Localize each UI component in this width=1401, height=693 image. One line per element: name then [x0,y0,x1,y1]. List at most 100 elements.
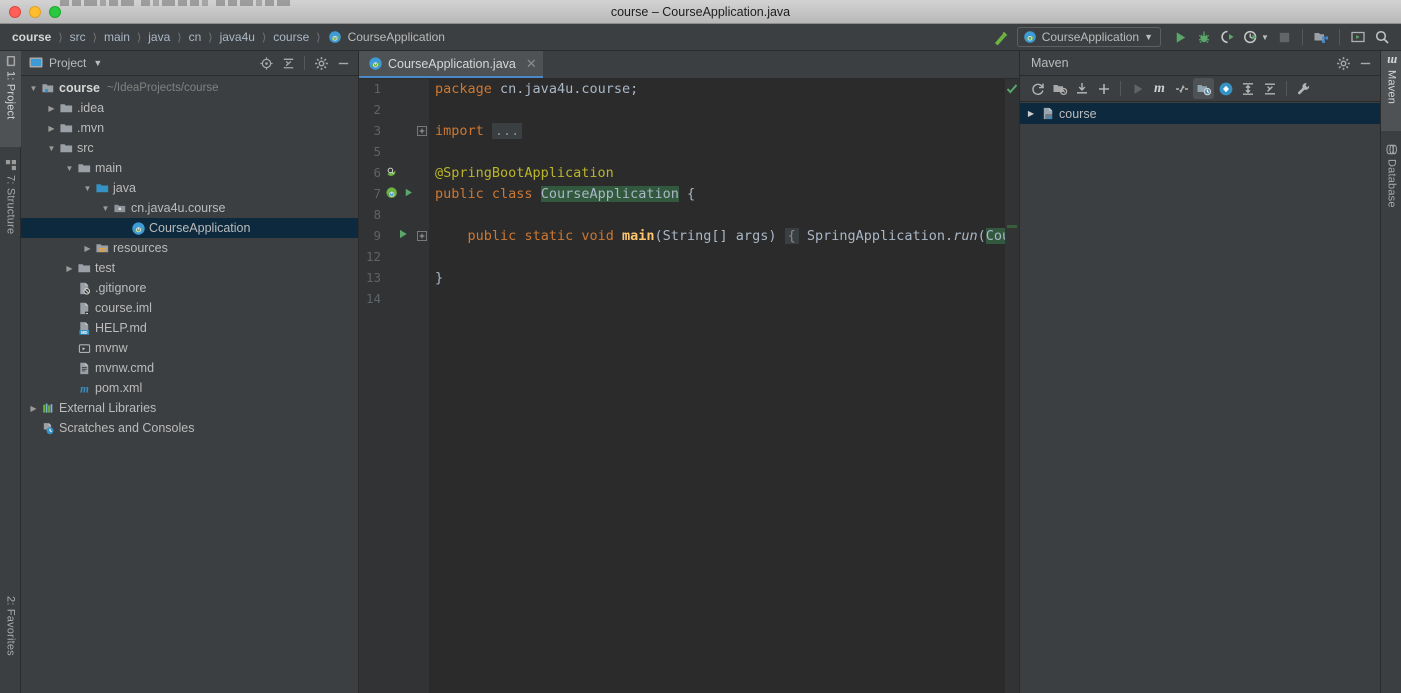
project-tree[interactable]: ▼course~/IdeaProjects/course▶.idea▶.mvn▼… [21,76,358,693]
offline-mode-icon[interactable] [1193,78,1214,99]
chevron-right-icon[interactable]: ▶ [81,244,94,253]
sidebar-item-project[interactable]: 1: Project [0,51,21,147]
tree-row[interactable]: ▶test [21,258,358,278]
close-icon[interactable]: ✕ [521,56,537,72]
chevron-down-icon[interactable]: ▼ [63,164,76,173]
tree-row[interactable]: CourseApplication [21,218,358,238]
layout-icon[interactable] [1347,26,1369,48]
generate-sources-icon[interactable] [1049,78,1070,99]
run-icon[interactable] [397,228,409,240]
collapse-all-icon[interactable] [1259,78,1280,99]
breadcrumb-item-cn[interactable]: cn [187,30,204,44]
gutter-line[interactable]: 12 [359,247,429,268]
chevron-right-icon[interactable]: ▶ [63,264,76,273]
tree-row[interactable]: mvnw [21,338,358,358]
gutter-line[interactable]: 9 [359,226,429,247]
gutter-line[interactable]: 5 [359,142,429,163]
tree-row[interactable]: mvnw.cmd [21,358,358,378]
add-maven-project-icon[interactable] [1093,78,1114,99]
build-hammer-icon[interactable] [991,26,1013,48]
run-with-coverage-icon[interactable] [1217,26,1239,48]
show-dependencies-icon[interactable] [1215,78,1236,99]
execute-goal-icon[interactable]: m [1149,78,1170,99]
hide-icon[interactable] [1356,54,1374,72]
tree-row[interactable]: MDHELP.md [21,318,358,338]
tree-row[interactable]: ▼src [21,138,358,158]
chevron-down-icon[interactable]: ▼ [81,184,94,193]
maven-projects-tree[interactable]: ▶ m course [1020,102,1380,693]
line-number: 8 [373,207,381,222]
chevron-right-icon[interactable]: ▶ [27,404,40,413]
spring-bean-icon[interactable] [385,165,399,179]
breadcrumb-item-src[interactable]: src [68,30,88,44]
run-icon[interactable] [1127,78,1148,99]
tree-row[interactable]: .gitignore [21,278,358,298]
gutter-line[interactable]: 3 [359,121,429,142]
gutter-line[interactable]: 1 [359,79,429,100]
fold-expand-icon[interactable] [417,231,427,241]
breadcrumb-item-courseapplication[interactable]: CourseApplication [328,30,447,44]
chevron-down-icon[interactable]: ▼ [93,58,102,68]
breadcrumb-item-course[interactable]: course [10,30,53,44]
gutter-line[interactable]: 2 [359,100,429,121]
download-sources-icon[interactable] [1071,78,1092,99]
breadcrumb-item-java4u[interactable]: java4u [218,30,257,44]
profiler-icon[interactable]: ▼ [1241,26,1271,48]
import-fold-placeholder[interactable]: ... [492,123,522,139]
gutter-line[interactable]: 8 [359,205,429,226]
breadcrumb-item-java[interactable]: java [146,30,172,44]
expand-all-icon[interactable] [1237,78,1258,99]
editor-gutter[interactable]: 12356789121314 [359,79,429,693]
maven-settings-icon[interactable] [1293,78,1314,99]
sidebar-item-database[interactable]: Database [1381,139,1401,235]
tree-row[interactable]: ▶External Libraries [21,398,358,418]
line-number: 5 [373,144,381,159]
reload-projects-icon[interactable] [1027,78,1048,99]
skip-tests-icon[interactable] [1171,78,1192,99]
chevron-down-icon[interactable]: ▼ [27,84,40,93]
collapse-all-icon[interactable] [279,54,297,72]
chevron-right-icon[interactable]: ▶ [45,104,58,113]
debug-icon[interactable] [1193,26,1215,48]
run-icon[interactable] [1169,26,1191,48]
sidebar-item-favorites[interactable]: 2: Favorites [0,591,21,691]
project-structure-icon[interactable] [1310,26,1332,48]
hide-icon[interactable] [334,54,352,72]
tree-row[interactable]: ▼java [21,178,358,198]
chevron-right-icon[interactable]: ▶ [1024,109,1038,118]
chevron-down-icon[interactable]: ▼ [99,204,112,213]
fold-expand-icon[interactable] [417,126,427,136]
spring-boot-run-icon[interactable] [385,186,399,200]
settings-gear-icon[interactable] [1334,54,1352,72]
stop-icon[interactable] [1273,26,1295,48]
tree-row[interactable]: ▶resources [21,238,358,258]
code-content[interactable]: package cn.java4u.course; import ... @Sp… [429,79,1019,693]
breadcrumb-item-course-pkg[interactable]: course [271,30,311,44]
tree-row[interactable]: ▼cn.java4u.course [21,198,358,218]
sidebar-item-structure[interactable]: 7: Structure [0,155,21,263]
chevron-right-icon[interactable]: ▶ [45,124,58,133]
editor-tab-courseapplication[interactable]: CourseApplication.java ✕ [359,51,543,78]
tree-row-label: pom.xml [93,381,142,395]
tree-row[interactable]: mpom.xml [21,378,358,398]
tree-row[interactable]: ▶.idea [21,98,358,118]
editor-marker-bar[interactable] [1005,79,1019,693]
gutter-line[interactable]: 7 [359,184,429,205]
gutter-line[interactable]: 14 [359,289,429,310]
tree-row[interactable]: Scratches and Consoles [21,418,358,438]
tree-row[interactable]: course.iml [21,298,358,318]
tree-row[interactable]: ▼course~/IdeaProjects/course [21,78,358,98]
run-configuration-selector[interactable]: CourseApplication ▼ [1017,27,1161,47]
search-icon[interactable] [1371,26,1393,48]
settings-gear-icon[interactable] [312,54,330,72]
code-editor[interactable]: 12356789121314 package cn.java4u.course;… [359,79,1019,693]
maven-tree-row-course[interactable]: ▶ m course [1020,103,1380,124]
tree-row[interactable]: ▼main [21,158,358,178]
gutter-line[interactable]: 13 [359,268,429,289]
breadcrumb-item-main[interactable]: main [102,30,132,44]
locate-icon[interactable] [257,54,275,72]
tree-row[interactable]: ▶.mvn [21,118,358,138]
gutter-line[interactable]: 6 [359,163,429,184]
sidebar-item-maven[interactable]: m Maven [1381,51,1401,131]
chevron-down-icon[interactable]: ▼ [45,144,58,153]
